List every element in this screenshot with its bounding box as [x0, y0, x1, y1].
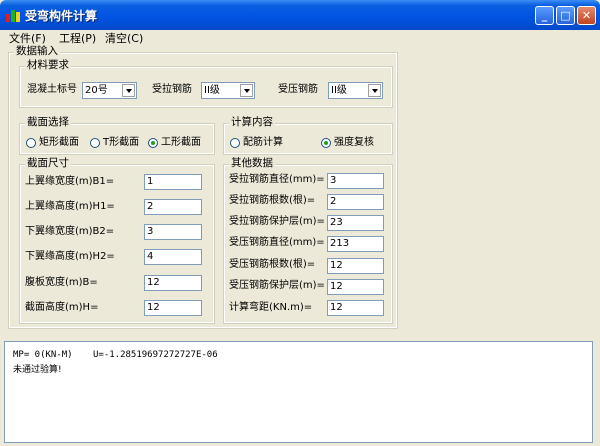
tension-cover-label: 受拉钢筋保护层(m)= — [229, 216, 325, 227]
tension-count-input[interactable]: 2 — [327, 194, 384, 210]
radio-rect-section[interactable] — [26, 138, 36, 148]
compression-steel-value: II级 — [331, 85, 347, 96]
compression-count-label: 受压钢筋根数(根)= — [229, 259, 316, 270]
concrete-label: 混凝土标号 — [27, 84, 77, 95]
minimize-button[interactable]: _ — [535, 6, 554, 25]
section-dims-legend: 截面尺寸 — [25, 157, 71, 169]
window-title: 受弯构件计算 — [25, 9, 98, 23]
concrete-grade-value: 20号 — [85, 85, 108, 96]
other-data-legend: 其他数据 — [229, 157, 275, 169]
section-height-input[interactable]: 12 — [144, 300, 202, 316]
b1-label: 上翼缘宽度(m)B1= — [25, 176, 115, 187]
radio-strength-check[interactable] — [321, 138, 331, 148]
title-bar[interactable]: 受弯构件计算 _ □ ✕ — [0, 0, 600, 30]
tension-diameter-input[interactable]: 3 — [327, 173, 384, 189]
compression-steel-select[interactable]: II级 — [328, 82, 383, 99]
radio-rect-label[interactable]: 矩形截面 — [39, 137, 79, 149]
radio-i-section[interactable] — [148, 138, 158, 148]
tension-steel-label: 受拉钢筋 — [152, 84, 192, 95]
tension-steel-select[interactable]: II级 — [201, 82, 255, 99]
tension-count-label: 受拉钢筋根数(根)= — [229, 195, 316, 206]
tension-cover-input[interactable]: 23 — [327, 215, 384, 231]
section-type-legend: 截面选择 — [25, 116, 71, 128]
chevron-down-icon[interactable] — [368, 84, 381, 97]
radio-strength-label[interactable]: 强度复核 — [334, 137, 374, 149]
b2-label: 下翼缘宽度(m)B2= — [25, 226, 115, 237]
tension-steel-value: II级 — [204, 85, 220, 96]
chevron-down-icon[interactable] — [122, 84, 135, 97]
compression-diameter-input[interactable]: 213 — [327, 236, 384, 252]
h1-label: 上翼缘高度(m)H1= — [25, 201, 115, 212]
web-width-input[interactable]: 12 — [144, 275, 202, 291]
minimize-icon: _ — [541, 9, 548, 22]
concrete-grade-select[interactable]: 20号 — [82, 82, 137, 99]
section-height-label: 截面高度(m)H= — [25, 302, 99, 313]
h2-label: 下翼缘高度(m)H2= — [25, 251, 115, 262]
b2-input[interactable]: 3 — [144, 224, 202, 240]
menu-bar: 文件(F) 工程(P) 清空(C) — [3, 30, 597, 45]
radio-reinforcement-label[interactable]: 配筋计算 — [243, 137, 283, 149]
chevron-down-icon[interactable] — [240, 84, 253, 97]
result-mp: MP= 0(KN-M) — [13, 350, 73, 360]
close-button[interactable]: ✕ — [577, 6, 596, 25]
material-legend: 材料要求 — [25, 59, 71, 71]
moment-input[interactable]: 12 — [327, 300, 384, 316]
close-icon: ✕ — [581, 9, 592, 22]
compression-cover-input[interactable]: 12 — [327, 279, 384, 295]
moment-label: 计算弯距(KN.m)= — [229, 302, 313, 313]
h2-input[interactable]: 4 — [144, 249, 202, 265]
maximize-icon: □ — [560, 9, 571, 22]
result-status: 未通过验算! — [13, 365, 62, 375]
radio-t-section[interactable] — [90, 138, 100, 148]
radio-reinforcement-calc[interactable] — [230, 138, 240, 148]
app-icon[interactable] — [6, 8, 21, 22]
radio-i-label[interactable]: 工形截面 — [161, 137, 201, 149]
radio-t-label[interactable]: T形截面 — [103, 137, 139, 149]
compression-cover-label: 受压钢筋保护层(m)= — [229, 280, 325, 291]
tension-diameter-label: 受拉钢筋直径(mm)= — [229, 174, 325, 185]
compression-diameter-label: 受压钢筋直径(mm)= — [229, 237, 325, 248]
compression-steel-label: 受压钢筋 — [278, 84, 318, 95]
data-input-legend: 数据输入 — [14, 45, 60, 57]
calc-legend: 计算内容 — [229, 116, 275, 128]
web-width-label: 腹板宽度(m)B= — [25, 277, 98, 288]
result-u: U=-1.28519697272727E-06 — [93, 350, 218, 360]
maximize-button[interactable]: □ — [556, 6, 575, 25]
result-output[interactable]: MP= 0(KN-M) U=-1.28519697272727E-06 未通过验… — [4, 341, 593, 443]
b1-input[interactable]: 1 — [144, 174, 202, 190]
h1-input[interactable]: 2 — [144, 199, 202, 215]
compression-count-input[interactable]: 12 — [327, 258, 384, 274]
